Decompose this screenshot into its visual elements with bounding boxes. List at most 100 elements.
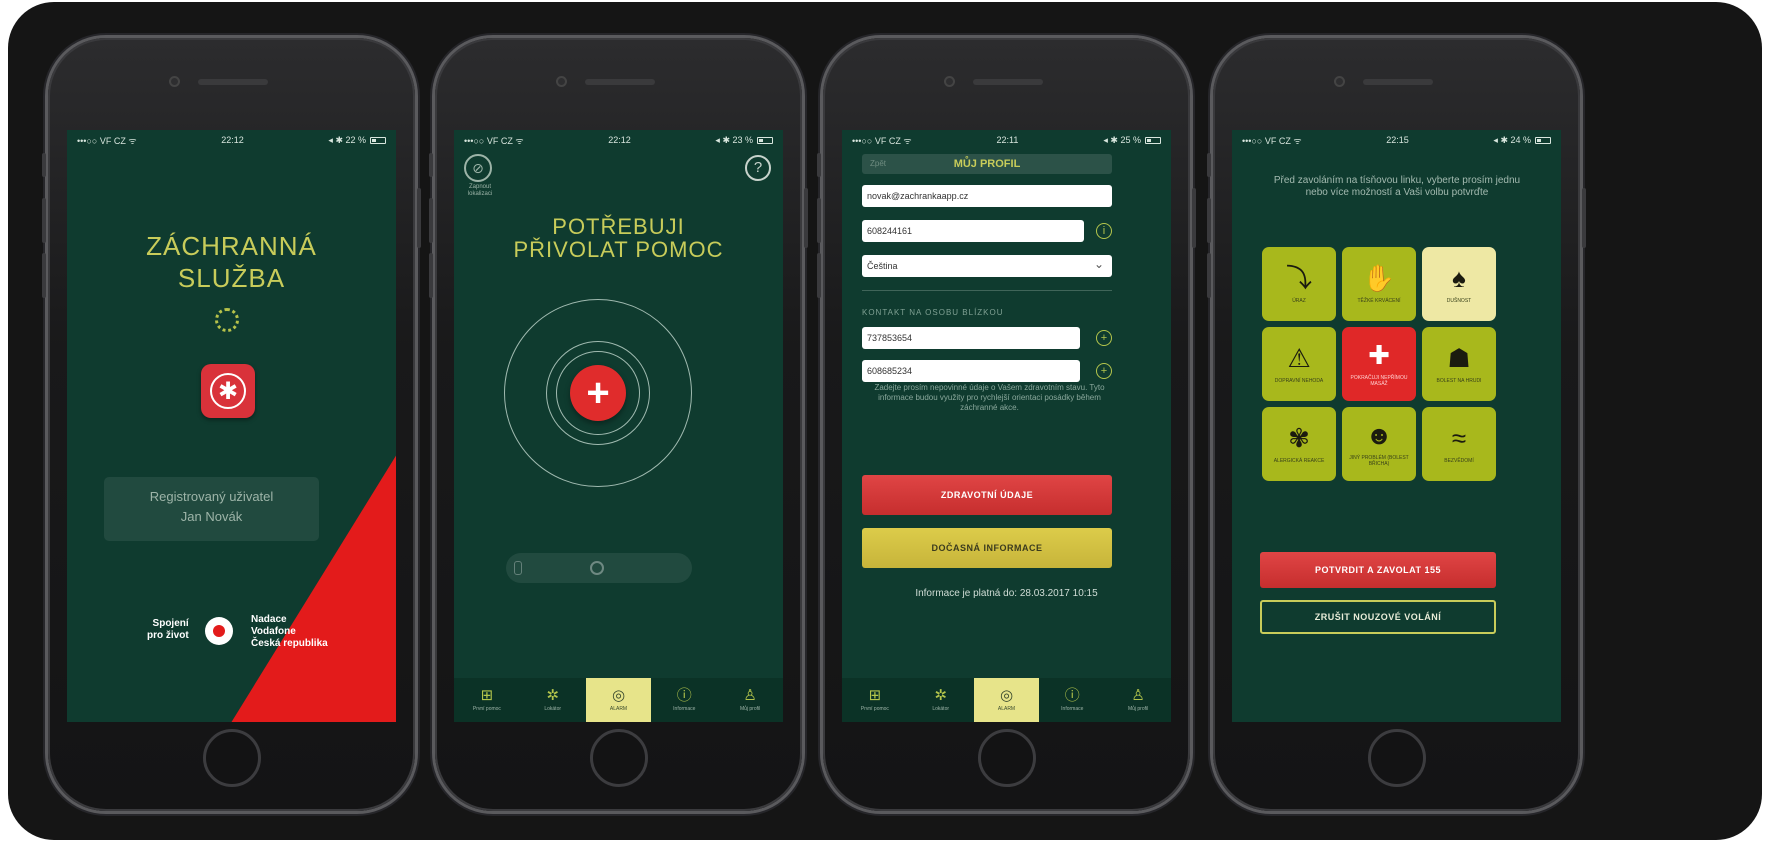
star-of-life-icon: ✱ — [210, 373, 246, 409]
carrier-label: •••○○ VF CZ ᯤ — [852, 135, 912, 146]
tab-info[interactable]: ⓘ Informace — [1039, 678, 1105, 722]
help-screen: •••○○ VF CZ ᯤ 22:12 ◂ ✱ 23 % ⊘ Zapnout l… — [454, 130, 783, 722]
phone-emergency: •••○○ VF CZ ᯤ 22:15 ◂ ✱ 24 % Před zavolá… — [1207, 38, 1586, 811]
app-logo: ✱ — [201, 364, 255, 418]
contact-field-2[interactable]: 608685234 — [862, 360, 1080, 382]
add-contact-icon[interactable]: + — [1096, 363, 1112, 379]
tile-chest-pain[interactable]: ☗ BOLEST NA HRUDI — [1422, 327, 1496, 401]
partner-name: Nadace Vodafone Česká republika — [251, 614, 328, 649]
health-info-note: Zadejte prosím nepovinné údaje o Vašem z… — [874, 383, 1105, 412]
front-camera — [169, 76, 180, 87]
home-button[interactable] — [203, 729, 261, 787]
page-title: MŮJ PROFIL — [953, 158, 1021, 170]
call-help-button[interactable]: + — [570, 365, 626, 421]
user-name: Jan Novák — [180, 509, 243, 524]
confirm-call-button[interactable]: POTVRDIT A ZAVOLAT 155 — [1260, 552, 1496, 588]
phone-help: •••○○ VF CZ ᯤ 22:12 ◂ ✱ 23 % ⊘ Zapnout l… — [429, 38, 808, 811]
emergency-screen: •••○○ VF CZ ᯤ 22:15 ◂ ✱ 24 % Před zavolá… — [1232, 130, 1561, 722]
fall-icon: ⤵ — [1285, 263, 1312, 293]
info-icon[interactable]: i — [1096, 223, 1112, 239]
battery-icon — [370, 136, 386, 144]
home-button[interactable] — [590, 729, 648, 787]
slider-handle[interactable] — [514, 561, 522, 575]
location-toggle-label: Zapnout lokalizaci — [467, 184, 493, 197]
phone-splash: •••○○ VF CZ ᯤ 22:12 ◂ ✱ 22 % ZÁCHRANNÁ S… — [42, 38, 421, 811]
location-icon: ✲ — [934, 687, 947, 704]
tab-profile[interactable]: ♙ Můj profil — [1105, 678, 1171, 722]
health-data-button[interactable]: ZDRAVOTNÍ ÚDAJE — [862, 475, 1112, 515]
profile-screen: •••○○ VF CZ ᯤ 22:11 ◂ ✱ 25 % Zpět MŮJ PR… — [842, 130, 1171, 722]
slide-to-call[interactable] — [506, 553, 692, 583]
tab-first-aid[interactable]: ⊞ První pomoc — [842, 678, 908, 722]
status-bar: •••○○ VF CZ ᯤ 22:12 ◂ ✱ 23 % — [454, 130, 783, 150]
tile-other[interactable]: ☻ JINÝ PROBLÉM (BOLEST BŘICHA) — [1342, 407, 1416, 481]
clock: 22:12 — [608, 135, 631, 145]
first-aid-icon: ⊞ — [480, 687, 494, 704]
clock: 22:15 — [1386, 135, 1409, 145]
home-button[interactable] — [1368, 729, 1426, 787]
location-toggle-icon[interactable]: ⊘ — [464, 154, 492, 182]
carrier-label: •••○○ VF CZ ᯤ — [77, 135, 137, 146]
chest-pain-icon: ☗ — [1447, 343, 1471, 373]
lungs-icon: ♠ — [1452, 263, 1466, 293]
tab-bar: ⊞ První pomoc ✲ Lokátor ◎ ALARM ⓘ Informace … — [454, 678, 783, 722]
tile-fall[interactable]: ⤵ ÚRAZ — [1262, 247, 1336, 321]
alarm-icon: ◎ — [999, 687, 1014, 704]
car-crash-icon: ⚠ — [1287, 343, 1311, 373]
instruction-text: Před zavoláním na tísňovou linku, vybert… — [1273, 175, 1521, 198]
battery-label: ◂ ✱ 23 % — [715, 134, 753, 145]
tile-unconscious[interactable]: ≈ BEZVĚDOMÍ — [1422, 407, 1496, 481]
email-field[interactable]: novak@zachrankaapp.cz — [862, 185, 1112, 207]
location-icon: ✲ — [546, 687, 559, 704]
bleeding-icon: ✋ — [1362, 263, 1396, 293]
status-bar: •••○○ VF CZ ᯤ 22:12 ◂ ✱ 22 % — [67, 130, 396, 150]
splash-screen: •••○○ VF CZ ᯤ 22:12 ◂ ✱ 22 % ZÁCHRANNÁ S… — [67, 130, 396, 722]
tile-traffic[interactable]: ⚠ DOPRAVNÍ NEHODA — [1262, 327, 1336, 401]
person-icon: ☻ — [1365, 420, 1393, 450]
tile-cpr[interactable]: ✚ POKRAČUJI NEPŘÍMOU MASÁŽ — [1342, 327, 1416, 401]
contact-section-label: KONTAKT NA OSOBU BLÍZKOU — [862, 308, 1004, 317]
tab-alarm[interactable]: ◎ ALARM — [585, 678, 652, 722]
cancel-call-button[interactable]: ZRUŠIT NOUZOVÉ VOLÁNÍ — [1260, 600, 1496, 634]
battery-icon — [1535, 136, 1551, 144]
tab-first-aid[interactable]: ⊞ První pomoc — [454, 678, 520, 722]
first-aid-icon: ⊞ — [868, 687, 882, 704]
tab-locator[interactable]: ✲ Lokátor — [908, 678, 974, 722]
profile-icon: ♙ — [1131, 687, 1145, 704]
battery-icon — [757, 136, 773, 144]
help-button[interactable]: ? — [745, 155, 771, 181]
add-contact-icon[interactable]: + — [1096, 330, 1112, 346]
tile-allergy[interactable]: ✾ ALERGICKÁ REAKCE — [1262, 407, 1336, 481]
profile-icon: ♙ — [743, 687, 757, 704]
language-select[interactable]: Čeština — [862, 253, 1112, 277]
partner-slogan: Spojení pro život — [147, 618, 189, 641]
back-link[interactable]: Zpět — [870, 154, 886, 174]
tile-bleeding[interactable]: ✋ TĚŽKÉ KRVÁCENÍ — [1342, 247, 1416, 321]
home-button[interactable] — [978, 729, 1036, 787]
tab-profile[interactable]: ♙ Můj profil — [717, 678, 783, 722]
battery-label: ◂ ✱ 25 % — [1103, 134, 1141, 145]
battery-label: ◂ ✱ 22 % — [328, 134, 366, 145]
phone-field[interactable]: 608244161 — [862, 220, 1084, 242]
registered-user-box[interactable]: Registrovaný uživatel Jan Novák — [104, 477, 319, 541]
battery-icon — [1144, 136, 1161, 144]
showcase-backdrop: •••○○ VF CZ ᯤ 22:12 ◂ ✱ 22 % ZÁCHRANNÁ S… — [8, 2, 1762, 840]
loading-spinner-icon — [215, 308, 239, 332]
carrier-label: •••○○ VF CZ ᯤ — [464, 135, 524, 146]
tile-breathing[interactable]: ♠ DUŠNOST — [1422, 247, 1496, 321]
tab-info[interactable]: ⓘ Informace — [651, 678, 717, 722]
screen-title: POTŘEBUJI PŘIVOLAT POMOC — [513, 214, 724, 262]
cpr-icon: ✚ — [1368, 340, 1390, 370]
tab-locator[interactable]: ✲ Lokátor — [520, 678, 586, 722]
earpiece — [198, 79, 268, 85]
alarm-icon: ◎ — [611, 687, 626, 704]
clock: 22:11 — [996, 135, 1019, 145]
contact-field-1[interactable]: 737853654 — [862, 327, 1080, 349]
validity-text: Informace je platná do: 28.03.2017 10:15 — [915, 588, 1098, 599]
app-title: ZÁCHRANNÁ SLUŽBA — [146, 231, 317, 293]
tab-alarm[interactable]: ◎ ALARM — [973, 678, 1040, 722]
temporary-info-button[interactable]: DOČASNÁ INFORMACE — [862, 528, 1112, 568]
allergy-icon: ✾ — [1288, 423, 1310, 453]
phone-profile: •••○○ VF CZ ᯤ 22:11 ◂ ✱ 25 % Zpět MŮJ PR… — [817, 38, 1196, 811]
emergency-type-grid: ⤵ ÚRAZ ✋ TĚŽKÉ KRVÁCENÍ ♠ DUŠNOST ⚠ DOPRAVNÍ… — [1262, 247, 1498, 481]
